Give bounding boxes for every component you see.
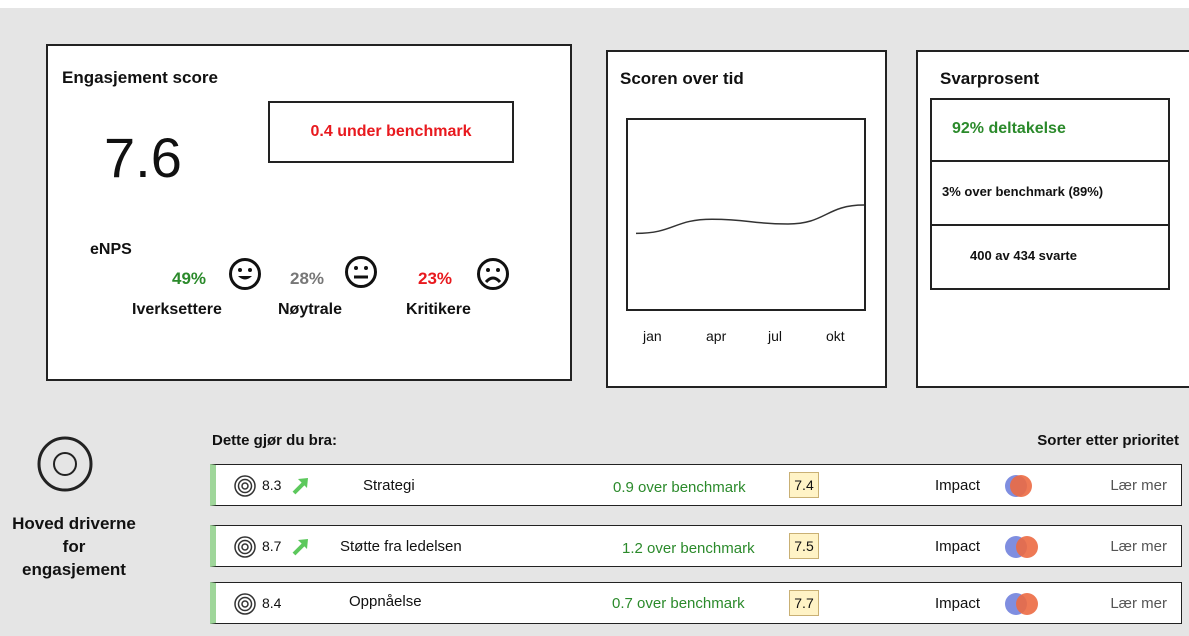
x-tick-label: apr — [706, 328, 727, 344]
enps-detractors-pct: 23% — [418, 269, 453, 288]
enps-passives-pct: 28% — [290, 269, 325, 288]
engagement-benchmark-box: 0.4 under benchmark — [268, 101, 514, 163]
impact-indicator — [1005, 536, 1038, 558]
driver-row[interactable]: 8.4 Oppnåelse 0.7 over benchmark 7.7 Imp… — [210, 582, 1182, 624]
driver-score: 8.4 — [262, 595, 282, 611]
target-icon — [37, 436, 93, 492]
engagement-score-value: 7.6 — [104, 126, 182, 189]
enps-passives-label: Nøytrale — [278, 301, 343, 318]
response-rate-panel: Svarprosent 92% deltakelse 3% over bench… — [916, 50, 1189, 388]
target-icon — [234, 536, 256, 558]
engagement-benchmark-text: 0.4 under benchmark — [310, 123, 472, 140]
driver-benchmark: 0.7 over benchmark — [612, 595, 745, 612]
driver-score: 8.3 — [262, 477, 282, 493]
x-tick-label: jul — [768, 328, 783, 344]
line-chart — [626, 118, 866, 311]
over-benchmark-cell: 3% over benchmark (89%) — [930, 162, 1170, 226]
enps-promoters-label: Iverksettere — [132, 301, 222, 318]
series-line — [635, 204, 865, 235]
enps-promoters-pct: 49% — [172, 269, 207, 288]
line-chart-svg — [635, 204, 865, 235]
sort-by-priority-link[interactable]: Sorter etter prioritet — [1037, 432, 1179, 449]
driver-benchmark-badge: 7.7 — [789, 590, 819, 616]
trend-up-arrow-icon — [292, 539, 308, 556]
sad-face-icon — [477, 258, 509, 290]
participation-text: 92% deltakelse — [952, 120, 1066, 137]
x-tick-label: okt — [826, 328, 845, 344]
impact-indicator — [1005, 593, 1038, 615]
answered-text: 400 av 434 svarte — [970, 248, 1077, 263]
engagement-score-panel: Engasjement score 0.4 under benchmark 7.… — [46, 44, 572, 381]
participation-cell: 92% deltakelse — [930, 98, 1170, 162]
happy-face-icon — [229, 258, 261, 290]
target-icon — [234, 593, 256, 615]
driver-name: Strategi — [363, 477, 415, 494]
impact-indicator — [1005, 475, 1032, 497]
x-tick-label: jan — [643, 328, 662, 344]
driver-name: Oppnåelse — [349, 593, 422, 610]
impact-label: Impact — [935, 595, 981, 612]
driver-benchmark: 0.9 over benchmark — [613, 479, 746, 496]
score-over-time-panel: Scoren over tid jan apr jul okt — [606, 50, 887, 388]
impact-label: Impact — [935, 538, 981, 555]
score-over-time-title: Scoren over tid — [620, 69, 744, 88]
over-benchmark-text: 3% over benchmark (89%) — [942, 184, 1104, 199]
driver-score: 8.7 — [262, 538, 282, 554]
drivers-side-label: Hoved driverne for engasjement — [12, 514, 136, 579]
response-rate-title: Svarprosent — [940, 69, 1040, 88]
driver-name: Støtte fra ledelsen — [340, 538, 462, 555]
driver-row[interactable]: 8.3 Strategi 0.9 over benchmark 7.4 Impa… — [210, 464, 1182, 506]
answered-cell: 400 av 434 svarte — [930, 226, 1170, 290]
driver-benchmark: 1.2 over benchmark — [622, 540, 755, 557]
drivers-section-title: Dette gjør du bra: — [212, 432, 338, 449]
learn-more-link[interactable]: Lær mer — [1110, 538, 1167, 555]
learn-more-link[interactable]: Lær mer — [1110, 595, 1167, 612]
engagement-title: Engasjement score — [62, 68, 218, 87]
trend-up-arrow-icon — [292, 478, 308, 495]
neutral-face-icon — [345, 256, 377, 288]
driver-benchmark-badge: 7.4 — [789, 472, 819, 498]
enps-detractors-label: Kritikere — [406, 301, 471, 318]
impact-label: Impact — [935, 477, 981, 494]
driver-benchmark-badge: 7.5 — [789, 533, 819, 559]
target-icon — [234, 475, 256, 497]
enps-label: eNPS — [90, 241, 132, 258]
driver-row[interactable]: 8.7 Støtte fra ledelsen 1.2 over benchma… — [210, 525, 1182, 567]
top-bar — [0, 0, 1189, 8]
learn-more-link[interactable]: Lær mer — [1110, 477, 1167, 494]
